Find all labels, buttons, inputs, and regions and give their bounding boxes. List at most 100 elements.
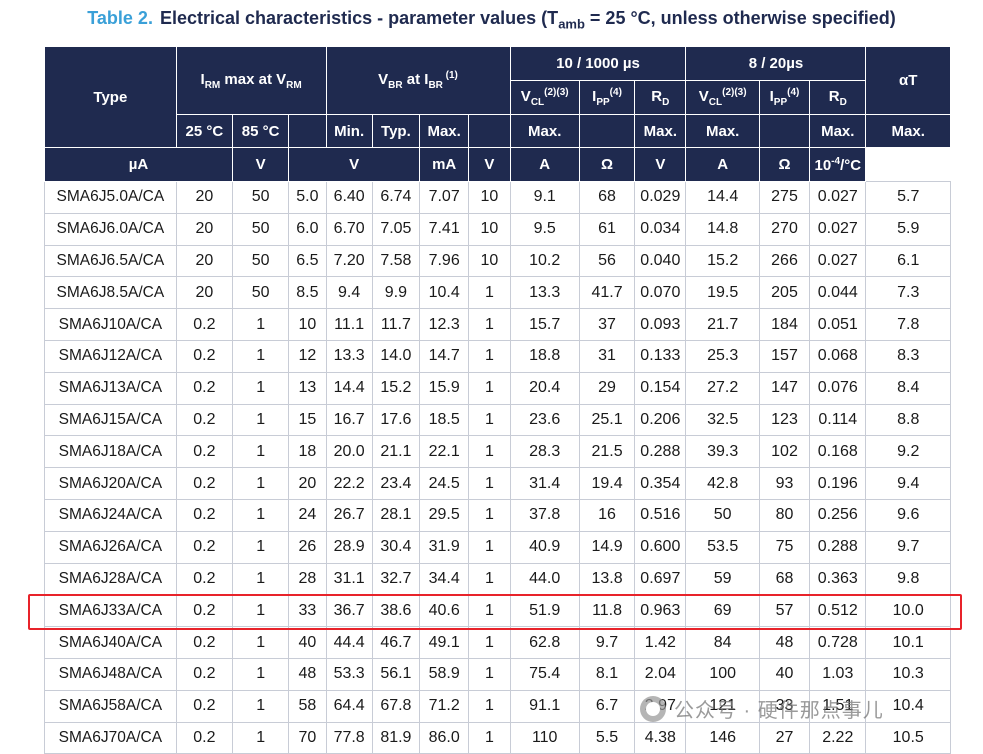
value-cell: 0.2 (175, 689, 234, 723)
value-cell: 275 (758, 181, 811, 214)
value-cell: 10.3 (865, 657, 951, 691)
value-cell: 10.2 (509, 244, 580, 278)
value-cell: 0.512 (809, 594, 867, 628)
unit-cell: V (468, 147, 511, 182)
value-cell: 40.9 (509, 530, 580, 564)
value-cell: 53.3 (325, 657, 373, 691)
value-cell: 75.4 (509, 657, 580, 691)
value-cell: 68 (578, 181, 636, 214)
value-cell: 10.0 (865, 594, 951, 628)
value-cell: 11.8 (578, 594, 636, 628)
value-cell: 18 (288, 435, 327, 469)
value-cell: 0.051 (809, 308, 867, 341)
value-cell: 22.1 (419, 435, 470, 469)
value-cell: 57 (758, 594, 811, 628)
value-cell: 9.7 (865, 530, 951, 564)
value-cell: 9.8 (865, 562, 951, 596)
value-cell: 10.4 (419, 276, 470, 310)
value-cell: 1 (468, 657, 511, 691)
header-max: Max. (509, 114, 580, 148)
value-cell: 1 (468, 530, 511, 564)
value-cell: 40.6 (419, 594, 470, 628)
value-cell: 8.8 (865, 403, 951, 437)
watermark: 公众号 · 硬件那点事儿 (640, 694, 884, 723)
type-cell: SMA6J58A/CA (44, 689, 177, 723)
value-cell: 0.2 (175, 467, 234, 500)
value-cell: 0.256 (809, 498, 867, 532)
value-cell: 0.600 (634, 530, 687, 564)
header-ipp-1: IPP(4) (578, 80, 636, 115)
value-cell: 0.2 (175, 308, 234, 341)
value-cell: 10 (468, 244, 511, 278)
value-cell: 28 (288, 562, 327, 596)
value-cell: 6.0 (288, 212, 327, 246)
value-cell: 28.9 (325, 530, 373, 564)
value-cell: 10 (468, 181, 511, 214)
value-cell: 25.3 (685, 339, 760, 373)
type-cell: SMA6J18A/CA (44, 435, 177, 469)
value-cell: 14.7 (419, 339, 470, 373)
value-cell: 2.22 (809, 721, 867, 754)
value-cell: 6.40 (325, 181, 373, 214)
header-irm: IRM max at VRM (175, 46, 327, 115)
value-cell: 0.029 (634, 181, 687, 214)
title-text-b: = 25 °C, unless otherwise specified) (584, 8, 896, 28)
value-cell: 1 (468, 371, 511, 405)
value-cell: 80 (758, 498, 811, 532)
header-vcl-2: VCL(2)(3) (685, 80, 760, 115)
value-cell: 1 (231, 657, 290, 691)
value-cell: 24 (288, 498, 327, 532)
value-cell: 50 (231, 212, 290, 246)
header-ipp-2: IPP(4) (758, 80, 811, 115)
value-cell: 0.2 (175, 498, 234, 532)
value-cell: 36.7 (325, 594, 373, 628)
value-cell: 1 (468, 689, 511, 723)
value-cell: 9.9 (371, 276, 421, 310)
table-row: SMA6J12A/CA 0.2 1 12 13.3 14.0 14.7 1 18.8 31 0.13… (44, 339, 951, 373)
value-cell: 1 (468, 403, 511, 437)
unit-cell: A (509, 147, 580, 182)
value-cell: 1 (231, 498, 290, 532)
value-cell: 1 (468, 594, 511, 628)
value-cell: 1 (468, 435, 511, 469)
value-cell: 1 (468, 721, 511, 754)
value-cell: 34.4 (419, 562, 470, 596)
unit-cell: V (231, 147, 290, 182)
value-cell: 19.4 (578, 467, 636, 500)
title-text-a: Electrical characteristics - parameter v… (159, 8, 559, 28)
value-cell: 1 (231, 721, 290, 754)
value-cell: 0.2 (175, 403, 234, 437)
value-cell: 0.168 (809, 435, 867, 469)
value-cell: 40 (758, 657, 811, 691)
value-cell: 48 (758, 626, 811, 659)
value-cell: 0.034 (634, 212, 687, 246)
type-cell: SMA6J33A/CA (44, 594, 177, 628)
value-cell: 15 (288, 403, 327, 437)
value-cell: 29 (578, 371, 636, 405)
value-cell: 7.58 (371, 244, 421, 278)
value-cell: 1 (231, 562, 290, 596)
value-cell: 0.2 (175, 626, 234, 659)
value-cell: 0.963 (634, 594, 687, 628)
value-cell: 0.154 (634, 371, 687, 405)
value-cell: 41.7 (578, 276, 636, 310)
unit-cell: mA (419, 147, 470, 182)
value-cell: 0.206 (634, 403, 687, 437)
header-group-10-1000: 10 / 1000 µs (509, 46, 687, 81)
unit-alphat: 10-4/°C (809, 147, 867, 182)
header-max: Max. (809, 114, 867, 148)
table-row: SMA6J8.5A/CA 20 50 8.5 9.4 9.9 10.4 1 13.3 41.7 0.… (44, 276, 951, 310)
value-cell: 46.7 (371, 626, 421, 659)
value-cell: 102 (758, 435, 811, 469)
value-cell: 0.027 (809, 244, 867, 278)
value-cell: 6.74 (371, 181, 421, 214)
type-cell: SMA6J6.0A/CA (44, 212, 177, 246)
value-cell: 26 (288, 530, 327, 564)
value-cell: 8.1 (578, 657, 636, 691)
header-alphat: αT (865, 46, 951, 115)
value-cell: 53.5 (685, 530, 760, 564)
value-cell: 15.2 (371, 371, 421, 405)
value-cell: 0.196 (809, 467, 867, 500)
value-cell: 28.1 (371, 498, 421, 532)
table-row: SMA6J18A/CA 0.2 1 18 20.0 21.1 22.1 1 28.3 21.5 0.… (44, 435, 951, 469)
